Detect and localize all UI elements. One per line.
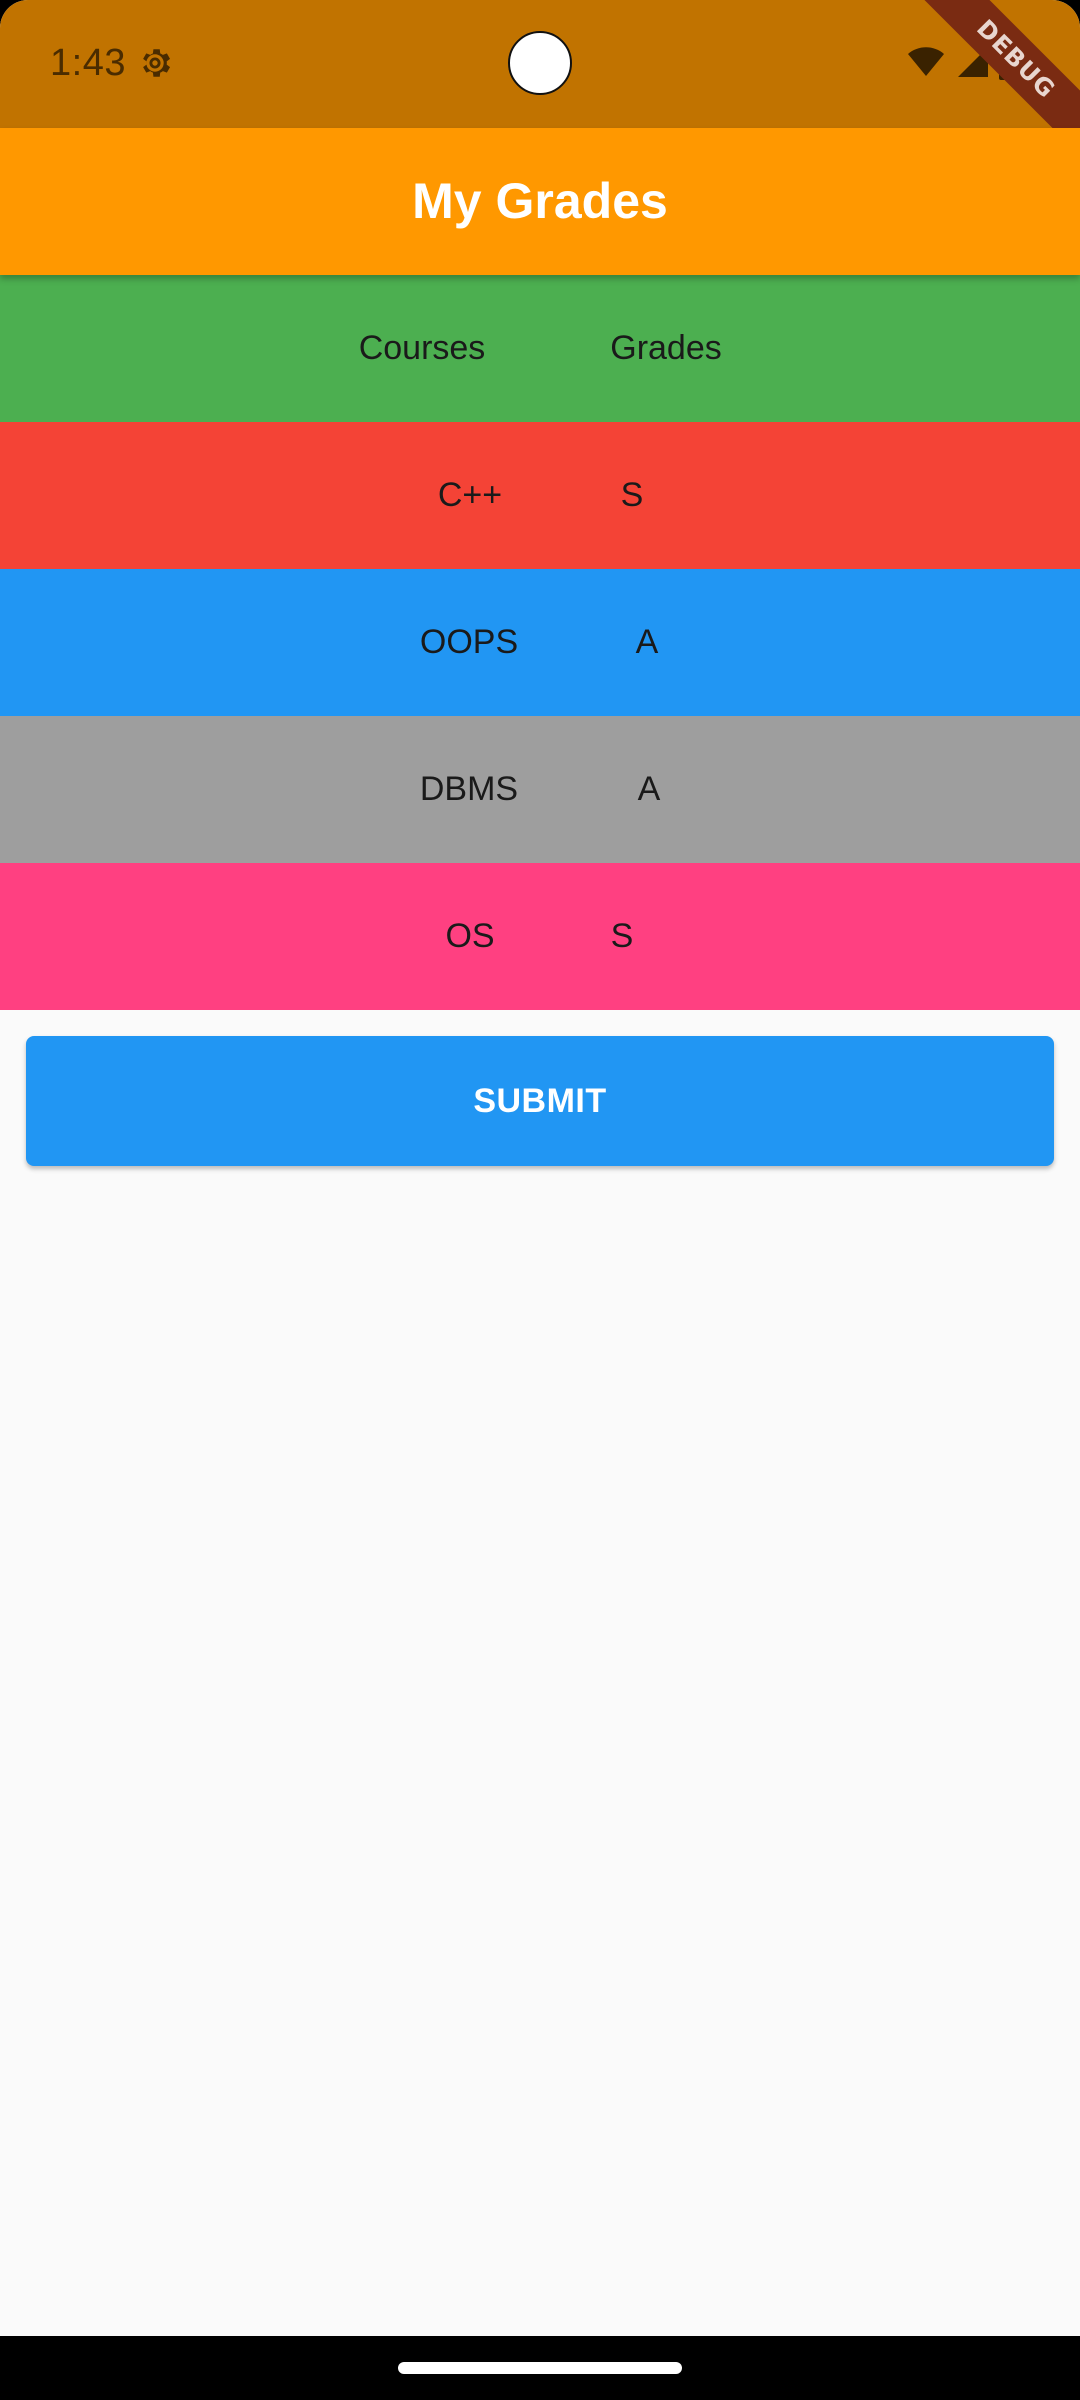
home-indicator[interactable]	[398, 2362, 682, 2374]
camera-cutout	[508, 31, 572, 95]
signal-icon	[958, 47, 988, 77]
app-screen: 1:43 DEBUG My Grades Courses Grades C++ …	[0, 0, 1080, 2400]
table-header-row: Courses Grades	[0, 275, 1080, 422]
gear-icon	[143, 49, 171, 77]
status-bar: 1:43 DEBUG	[0, 0, 1080, 154]
grade-cell: S	[620, 476, 644, 514]
course-cell: OOPS	[419, 623, 519, 661]
course-cell: OS	[445, 917, 495, 955]
submit-button[interactable]: SUBMIT	[26, 1036, 1054, 1166]
grade-cell: A	[637, 770, 661, 808]
header-grades: Grades	[610, 329, 722, 367]
wifi-icon	[908, 47, 944, 76]
course-cell: DBMS	[419, 770, 519, 808]
table-row: OS S	[0, 863, 1080, 1010]
battery-icon	[999, 43, 1019, 80]
app-bar: My Grades	[0, 128, 1080, 275]
table-row: OOPS A	[0, 569, 1080, 716]
page-title: My Grades	[412, 173, 668, 229]
table-row: C++ S	[0, 422, 1080, 569]
grade-cell: A	[635, 623, 659, 661]
navigation-bar	[0, 2336, 1080, 2400]
table-row: DBMS A	[0, 716, 1080, 863]
header-courses: Courses	[358, 329, 486, 367]
course-cell: C++	[437, 476, 503, 514]
grade-cell: S	[610, 917, 634, 955]
grades-table: Courses Grades C++ S OOPS A DBMS A OS S	[0, 275, 1080, 1010]
status-time: 1:43	[50, 42, 126, 84]
status-icons	[906, 42, 1020, 82]
